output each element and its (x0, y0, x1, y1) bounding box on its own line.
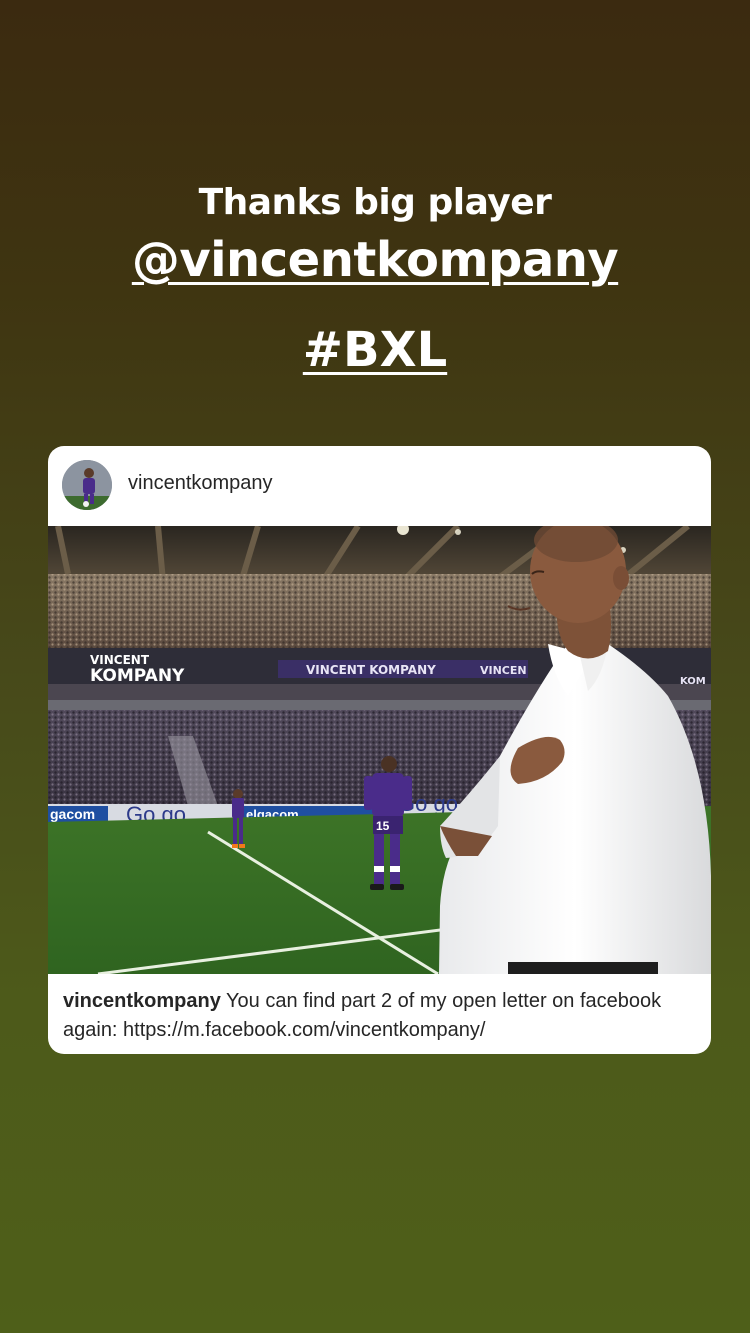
mention-link[interactable]: @vincentkompany (132, 232, 619, 288)
caption-username[interactable]: vincentkompany (63, 990, 221, 1012)
hashtag-link[interactable]: #BXL (303, 322, 447, 378)
ad-text: gacom (50, 806, 95, 822)
post-caption: vincentkompany You can find part 2 of my… (63, 987, 703, 1045)
hashtag-line: #BXL (0, 322, 750, 378)
banner-text: VINCEN (480, 664, 527, 677)
story-text-line: Thanks big player (198, 182, 552, 223)
banner-text: VINCENT KOMPANY (306, 663, 436, 677)
post-photo[interactable]: VINCENT KOMPANY VINCENT KOMPANY VINCEN K… (48, 526, 711, 974)
banner-text: VINCENT (90, 653, 150, 667)
shirt-number: 15 (376, 819, 390, 833)
banner-text: KOMPANY (90, 666, 185, 686)
avatar[interactable] (62, 460, 112, 510)
post-username[interactable]: vincentkompany (128, 472, 273, 495)
post-header: vincentkompany (48, 446, 711, 526)
avatar-image (62, 460, 112, 510)
shared-post-card[interactable]: vincentkompany VINCENT KOMPANY VINCENT K… (48, 446, 711, 1054)
mention-line: @vincentkompany (0, 232, 750, 288)
